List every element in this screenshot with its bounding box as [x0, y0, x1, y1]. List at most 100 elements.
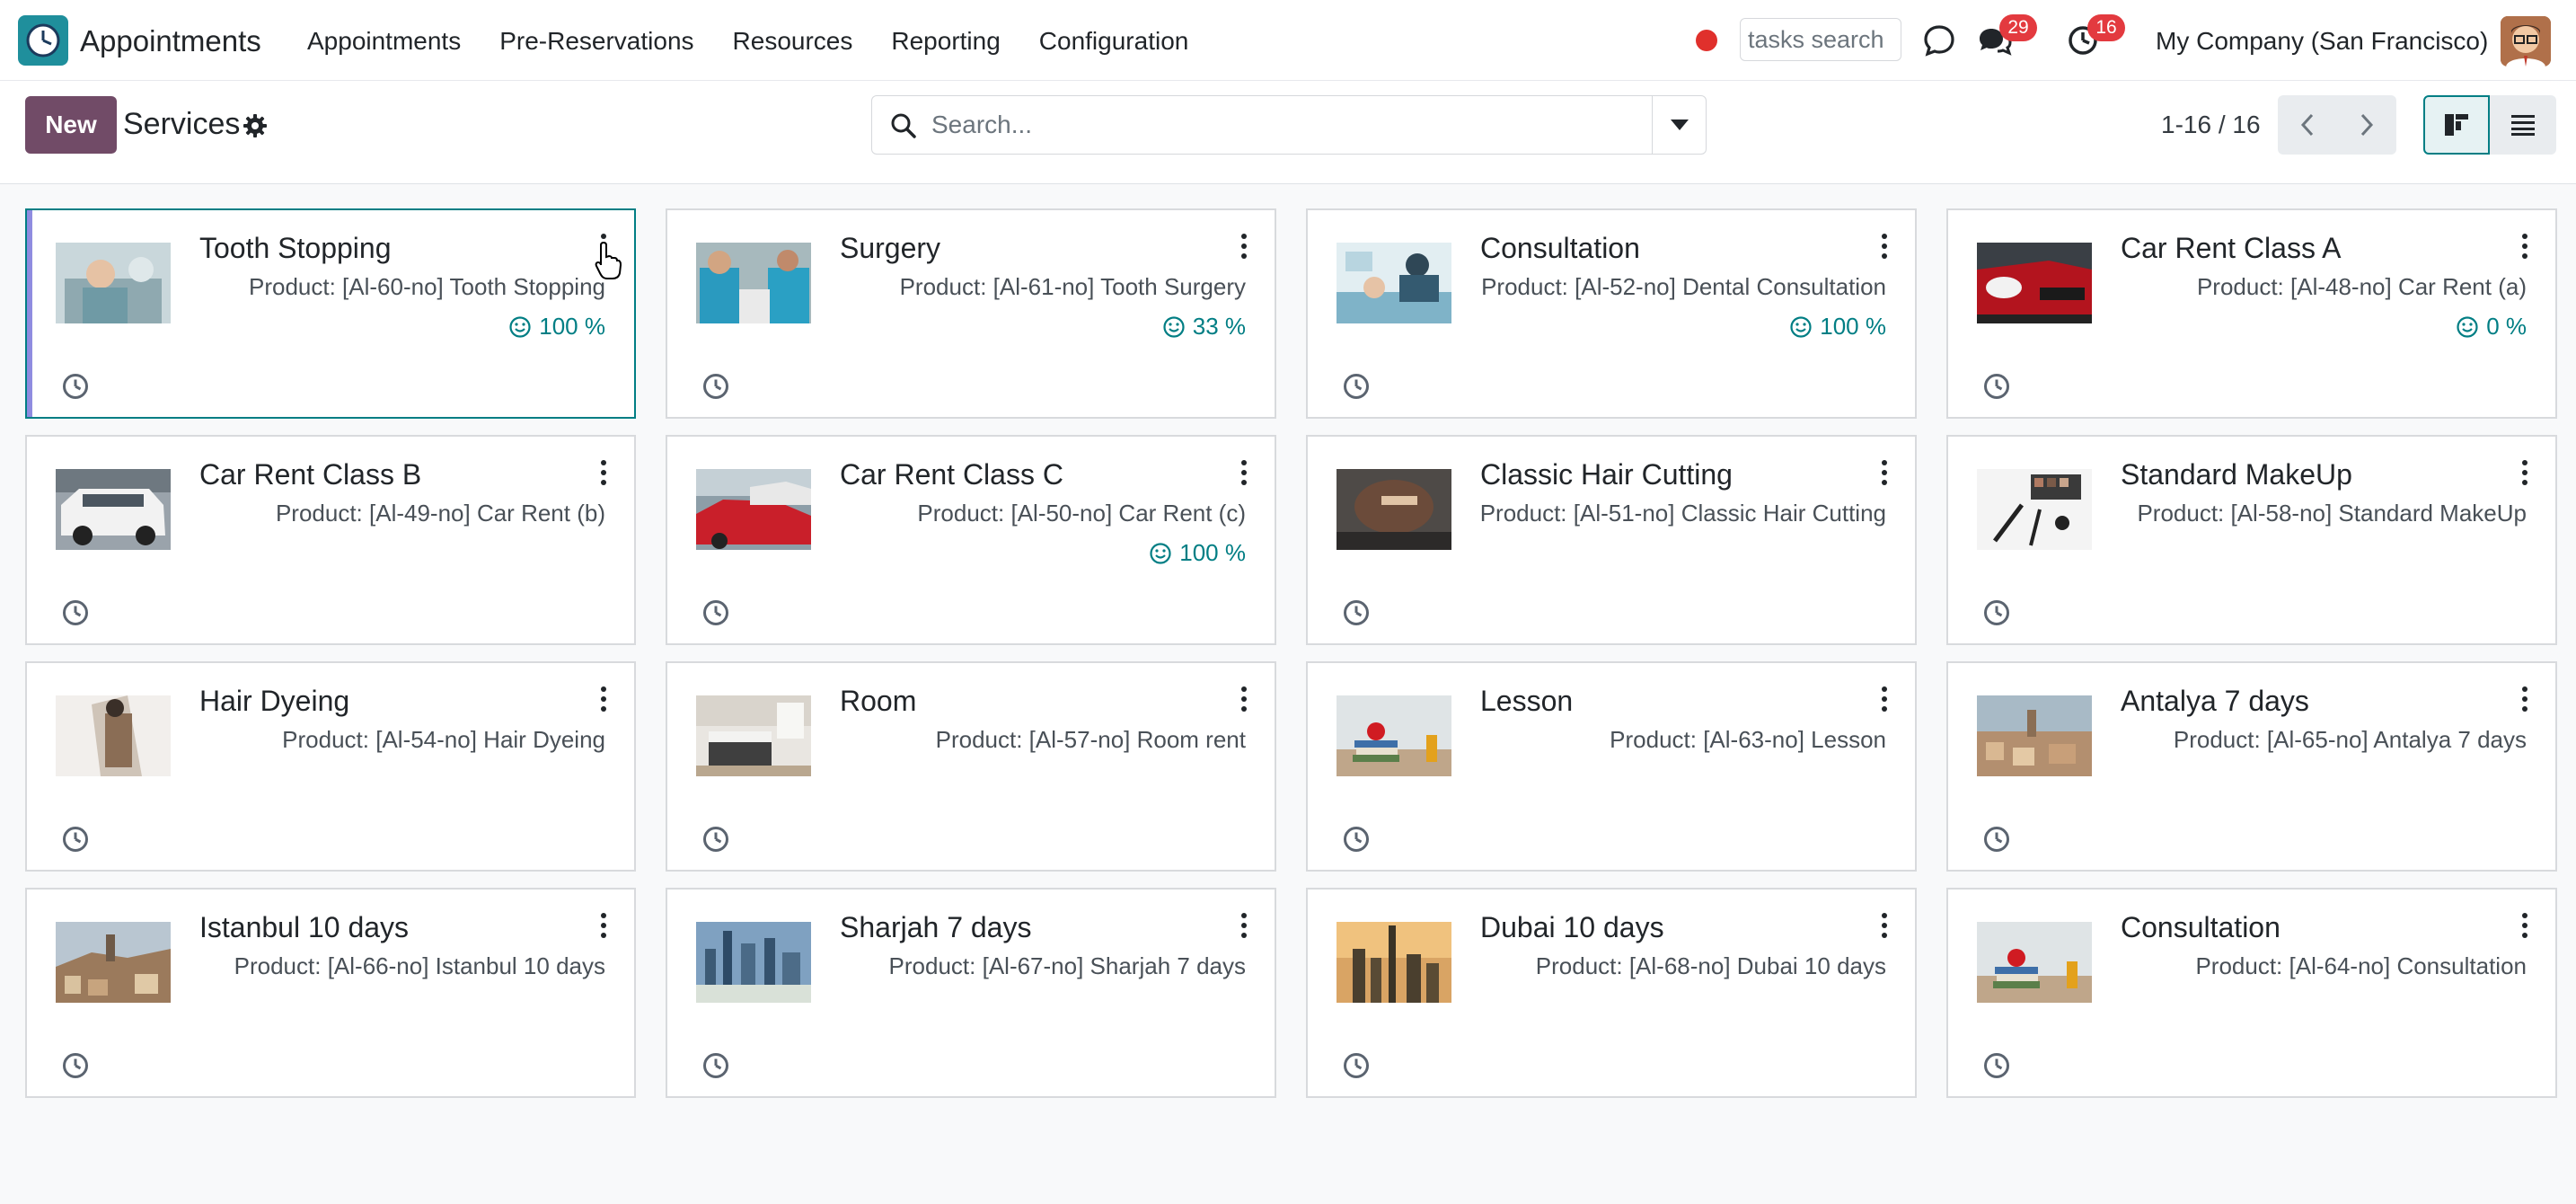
- activity-clock-icon[interactable]: [1342, 598, 1371, 627]
- service-image: [1977, 469, 2092, 550]
- service-card[interactable]: Room Product: [Al-57-no] Room rent: [666, 661, 1276, 872]
- service-card[interactable]: Car Rent Class B Product: [Al-49-no] Car …: [25, 435, 636, 645]
- service-product: Product: [Al-61-no] Tooth Surgery: [899, 273, 1246, 300]
- card-dropdown-menu-icon[interactable]: [1877, 911, 1892, 940]
- card-dropdown-menu-icon[interactable]: [1877, 685, 1892, 713]
- service-rating: 33 %: [1162, 313, 1246, 341]
- activity-clock-icon[interactable]: [1342, 1051, 1371, 1080]
- activity-clock-icon[interactable]: [701, 598, 730, 627]
- service-product: Product: [Al-60-no] Tooth Stopping: [249, 273, 605, 300]
- appointments-logo-icon[interactable]: [18, 15, 68, 66]
- activity-clock-icon[interactable]: [701, 825, 730, 854]
- search-input[interactable]: [931, 105, 1614, 145]
- service-card[interactable]: Consultation Product: [Al-52-no] Dental C…: [1306, 208, 1917, 419]
- card-dropdown-menu-icon[interactable]: [1237, 911, 1251, 940]
- activity-clock-icon[interactable]: [1982, 825, 2011, 854]
- recording-indicator-icon[interactable]: [1696, 30, 1717, 51]
- service-card[interactable]: Car Rent Class A Product: [Al-48-no] Car …: [1946, 208, 2557, 419]
- activity-clock-icon[interactable]: [1982, 598, 2011, 627]
- discuss-icon[interactable]: [1920, 22, 1958, 59]
- service-product: Product: [Al-68-no] Dubai 10 days: [1535, 952, 1886, 979]
- activity-clock-icon[interactable]: [61, 825, 90, 854]
- card-dropdown-menu-icon[interactable]: [596, 911, 611, 940]
- service-rating: 0 %: [2456, 313, 2527, 341]
- list-view-button[interactable]: [2490, 95, 2556, 155]
- service-image: [1337, 922, 1451, 1003]
- page-title[interactable]: Services: [123, 107, 240, 142]
- service-card[interactable]: Classic Hair Cutting Product: [Al-51-no] …: [1306, 435, 1917, 645]
- search-options-toggle[interactable]: [1652, 96, 1706, 154]
- activity-clock-icon[interactable]: [61, 372, 90, 401]
- service-card[interactable]: Standard MakeUp Product: [Al-58-no] Stand…: [1946, 435, 2557, 645]
- service-rating-value: 100 %: [539, 313, 605, 340]
- service-product: Product: [Al-66-no] Istanbul 10 days: [234, 952, 605, 979]
- app-name[interactable]: Appointments: [80, 24, 261, 58]
- smiley-icon: [1790, 315, 1812, 338]
- service-image: [1337, 695, 1451, 776]
- service-card[interactable]: Antalya 7 days Product: [Al-65-no] Antaly…: [1946, 661, 2557, 872]
- kanban-view-button[interactable]: [2423, 95, 2490, 155]
- service-rating-value: 33 %: [1192, 313, 1246, 340]
- pager-value[interactable]: 1-16 / 16: [2161, 111, 2261, 139]
- user-avatar[interactable]: [2501, 16, 2551, 66]
- tasks-search-input[interactable]: [1740, 18, 1901, 61]
- menu-appointments[interactable]: Appointments: [307, 27, 461, 56]
- service-card[interactable]: Sharjah 7 days Product: [Al-67-no] Sharja…: [666, 888, 1276, 1098]
- smiley-icon: [2457, 315, 2478, 338]
- activity-clock-icon[interactable]: [701, 1051, 730, 1080]
- card-dropdown-menu-icon[interactable]: [1237, 232, 1251, 261]
- menu-pre-reservations[interactable]: Pre-Reservations: [499, 27, 693, 56]
- service-image: [1337, 469, 1451, 550]
- card-dropdown-menu-icon[interactable]: [596, 458, 611, 487]
- menu-reporting[interactable]: Reporting: [891, 27, 1000, 56]
- service-card[interactable]: Consultation Product: [Al-64-no] Consulta…: [1946, 888, 2557, 1098]
- service-image: [696, 922, 811, 1003]
- card-dropdown-menu-icon[interactable]: [2518, 232, 2532, 261]
- service-title: Tooth Stopping: [199, 232, 392, 264]
- card-dropdown-menu-icon[interactable]: [2518, 458, 2532, 487]
- service-image: [56, 243, 171, 323]
- card-dropdown-menu-icon[interactable]: [1237, 458, 1251, 487]
- service-title: Lesson: [1480, 685, 1574, 717]
- activity-clock-icon[interactable]: [1342, 825, 1371, 854]
- service-card[interactable]: Lesson Product: [Al-63-no] Lesson: [1306, 661, 1917, 872]
- smiley-icon: [1150, 542, 1171, 564]
- activity-clock-icon[interactable]: [1982, 1051, 2011, 1080]
- service-title: Car Rent Class B: [199, 458, 422, 491]
- card-dropdown-menu-icon[interactable]: [1877, 232, 1892, 261]
- service-card[interactable]: Hair Dyeing Product: [Al-54-no] Hair Dyei…: [25, 661, 636, 872]
- card-dropdown-menu-icon[interactable]: [1237, 685, 1251, 713]
- activity-clock-icon[interactable]: [61, 598, 90, 627]
- service-product: Product: [Al-49-no] Car Rent (b): [275, 500, 605, 527]
- service-image: [1977, 695, 2092, 776]
- service-card[interactable]: Dubai 10 days Product: [Al-68-no] Dubai 1…: [1306, 888, 1917, 1098]
- search-icon: [890, 112, 917, 139]
- card-dropdown-menu-icon[interactable]: [596, 685, 611, 713]
- service-card[interactable]: Surgery Product: [Al-61-no] Tooth Surgery…: [666, 208, 1276, 419]
- smiley-icon: [1163, 315, 1185, 338]
- service-card[interactable]: Istanbul 10 days Product: [Al-66-no] Ista…: [25, 888, 636, 1098]
- service-image: [1977, 922, 2092, 1003]
- menu-configuration[interactable]: Configuration: [1039, 27, 1189, 56]
- service-image: [1977, 243, 2092, 323]
- menu-resources[interactable]: Resources: [733, 27, 853, 56]
- service-title: Standard MakeUp: [2121, 458, 2352, 491]
- activity-clock-icon[interactable]: [701, 372, 730, 401]
- card-dropdown-menu-icon[interactable]: [2518, 685, 2532, 713]
- new-button[interactable]: New: [25, 96, 117, 154]
- main-menu: Appointments Pre-Reservations Resources …: [307, 27, 1227, 56]
- service-card[interactable]: Car Rent Class C Product: [Al-50-no] Car …: [666, 435, 1276, 645]
- activity-clock-icon[interactable]: [1342, 372, 1371, 401]
- gear-icon[interactable]: [243, 113, 268, 138]
- activity-clock-icon[interactable]: [1982, 372, 2011, 401]
- pager-next-button[interactable]: [2337, 95, 2396, 155]
- service-card[interactable]: Tooth Stopping Product: [Al-60-no] Tooth …: [25, 208, 636, 419]
- service-title: Dubai 10 days: [1480, 911, 1664, 943]
- card-dropdown-menu-icon[interactable]: [1877, 458, 1892, 487]
- activity-clock-icon[interactable]: [61, 1051, 90, 1080]
- card-dropdown-menu-icon[interactable]: [2518, 911, 2532, 940]
- pager-previous-button[interactable]: [2278, 95, 2337, 155]
- company-switcher[interactable]: My Company (San Francisco): [2156, 27, 2488, 56]
- service-rating: 100 %: [1789, 313, 1886, 341]
- service-image: [56, 469, 171, 550]
